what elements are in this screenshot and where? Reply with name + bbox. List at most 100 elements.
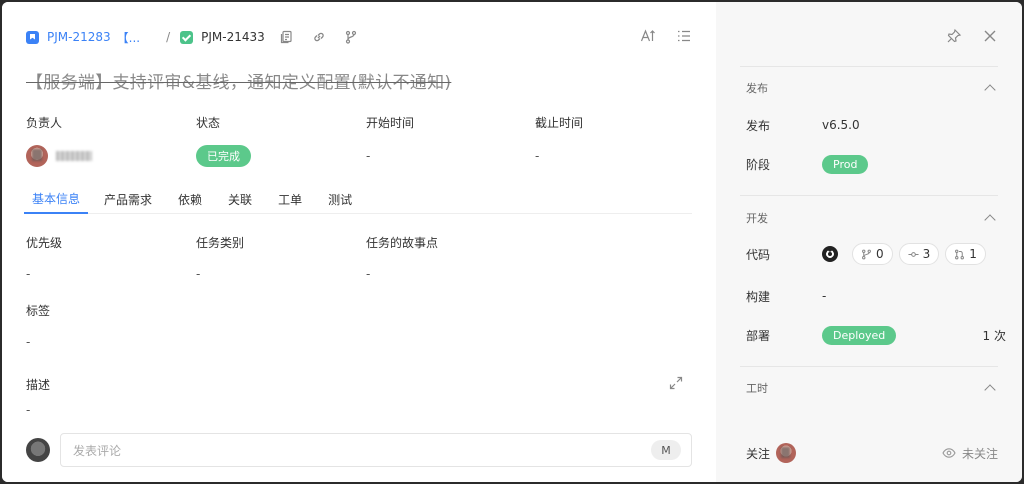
priority-field: 优先级 - [26,234,62,281]
stage-row: 阶段 Prod [746,153,869,175]
dev-section: 开发 代码 0 3 1 构建 - 部署 Deployed 1 次 [746,210,1006,345]
chevron-up-icon[interactable] [984,384,996,396]
deploy-badge[interactable]: Deployed [822,325,897,345]
comment-shortcut-badge: M [651,440,681,460]
side-divider [740,66,998,67]
task-type-value[interactable]: - [196,267,244,281]
current-task: PJM-21433 [180,30,265,44]
parent-task-id: PJM-21283 [47,30,111,44]
outline-list-icon[interactable] [676,28,692,44]
side-divider [740,366,998,367]
tags-label: 标签 [26,304,51,318]
build-value[interactable]: - [822,289,826,303]
parent-task-link[interactable]: PJM-21283 【... [26,29,140,46]
worktime-section: 工时 [746,380,998,396]
due-time-field: 截止时间 - [535,114,583,167]
close-icon[interactable] [982,28,998,44]
code-row: 代码 0 3 1 [746,243,986,265]
tab-dependencies[interactable]: 依赖 [168,184,212,214]
main-panel: PJM-21283 【... / PJM-21433 【服务端】支持评审&基线，… [2,2,716,482]
copy-icon[interactable] [279,29,295,45]
chevron-up-icon[interactable] [984,214,996,226]
tab-product-requirements[interactable]: 产品需求 [94,184,162,214]
task-detail-window: PJM-21283 【... / PJM-21433 【服务端】支持评审&基线，… [2,2,1022,482]
pull-requests-count: 1 [969,247,977,261]
priority-value[interactable]: - [26,267,62,281]
stage-badge[interactable]: Prod [822,154,869,174]
due-time-value[interactable]: - [535,145,583,167]
release-row: 发布 v6.5.0 [746,114,860,136]
parent-task-suffix: 【... [116,30,141,45]
task-title[interactable]: 【服务端】支持评审&基线，通知定义配置(默认不通知) [26,68,451,93]
pull-requests-chip[interactable]: 1 [945,243,986,265]
start-time-value[interactable]: - [366,145,414,167]
follow-row: 关注 未关注 [746,442,998,464]
pull-request-icon [955,249,965,259]
worktime-section-title: 工时 [746,382,768,395]
side-toolbar [946,28,998,44]
assignee-field: 负责人 [26,114,92,167]
branch-icon [862,249,871,259]
current-task-id: PJM-21433 [201,30,265,44]
deploy-count: 1 次 [982,328,1006,343]
task-type-label: 任务类别 [196,236,245,250]
tab-basic-info[interactable]: 基本信息 [24,184,89,214]
task-type-field: 任务类别 - [196,234,244,281]
tab-relations[interactable]: 关联 [218,184,262,214]
release-section: 发布 发布 v6.5.0 阶段 Prod [746,80,998,174]
unpin-icon[interactable] [946,28,962,44]
comment-input[interactable]: 发表评论 M [60,433,692,467]
unfollow-label: 未关注 [961,446,998,461]
story-points-field: 任务的故事点 - [366,234,438,281]
tags-field: 标签 - [26,302,50,349]
bookmark-icon [26,30,39,44]
build-label: 构建 [746,289,771,304]
code-stats: 0 3 1 [822,243,986,265]
side-panel: 发布 发布 v6.5.0 阶段 Prod 开发 代码 0 3 1 构建 - 部署… [716,2,1022,482]
commit-icon [908,251,919,257]
follow-toggle[interactable]: 未关注 [942,445,998,462]
release-value[interactable]: v6.5.0 [822,118,860,132]
assignee-avatar [26,145,48,167]
code-label: 代码 [746,247,771,262]
deploy-label: 部署 [746,328,771,343]
title-toolbar [279,29,359,45]
assignee-value[interactable] [26,145,92,167]
commits-chip[interactable]: 3 [898,243,940,265]
breadcrumb-separator: / [166,30,171,44]
tab-tests[interactable]: 测试 [318,184,362,214]
status-badge[interactable]: 已完成 [196,145,251,167]
start-time-label: 开始时间 [366,116,415,130]
followers: 关注 [746,443,797,463]
release-label: 发布 [746,118,771,133]
tags-value[interactable]: - [26,335,50,349]
dev-section-header[interactable]: 开发 [746,210,998,226]
current-user-avatar [26,438,50,462]
follower-avatar[interactable] [776,443,797,463]
assignee-label: 负责人 [26,116,63,130]
status-field: 状态 已完成 [196,114,251,167]
release-section-header[interactable]: 发布 [746,80,998,96]
expand-icon[interactable] [668,375,684,391]
comment-placeholder: 发表评论 [73,443,122,458]
stage-label: 阶段 [746,157,771,172]
font-size-icon[interactable] [640,28,656,44]
branch-icon[interactable] [343,29,359,45]
chevron-up-icon[interactable] [984,84,996,96]
start-time-field: 开始时间 - [366,114,414,167]
description-value[interactable]: - [26,403,50,417]
tab-tickets[interactable]: 工单 [268,184,312,214]
main-toolbar-right [640,28,692,44]
status-label: 状态 [196,116,221,130]
story-points-label: 任务的故事点 [366,236,439,250]
description-field: 描述 - [26,376,50,417]
worktime-section-header[interactable]: 工时 [746,380,998,396]
breadcrumb: PJM-21283 【... / PJM-21433 [26,26,359,48]
story-points-value[interactable]: - [366,267,438,281]
link-icon[interactable] [311,29,327,45]
assignee-name-redacted [56,151,92,161]
branches-chip[interactable]: 0 [852,243,893,265]
release-section-title: 发布 [746,82,768,95]
due-time-label: 截止时间 [535,116,584,130]
task-check-icon [180,30,194,44]
